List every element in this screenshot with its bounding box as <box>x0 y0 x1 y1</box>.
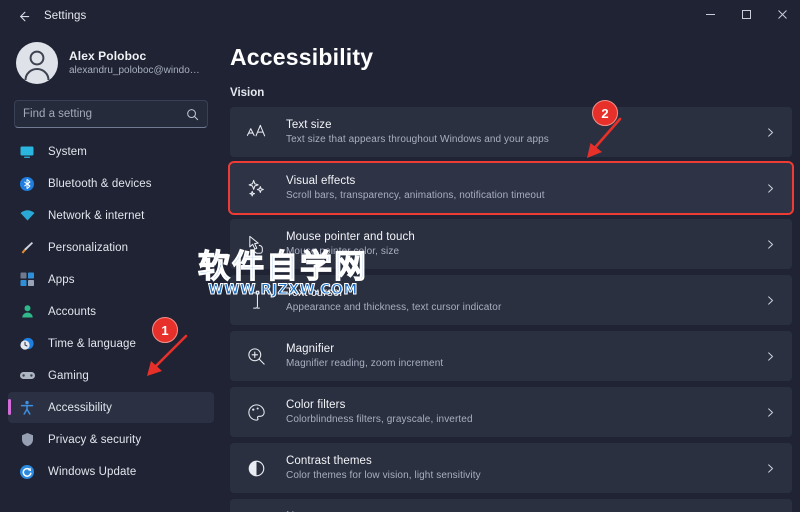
maximize-button[interactable] <box>728 0 764 32</box>
search-icon <box>186 108 199 121</box>
text-cursor-icon <box>244 288 268 312</box>
settings-card-visual-effects[interactable]: Visual effects Scroll bars, transparency… <box>228 161 794 215</box>
search-input[interactable] <box>23 108 186 120</box>
text-size-icon <box>244 120 268 144</box>
accessibility-person-icon <box>18 399 36 417</box>
card-title: Text cursor <box>286 286 344 299</box>
gamepad-icon <box>18 367 36 385</box>
chevron-right-icon <box>762 239 778 250</box>
mouse-pointer-icon <box>244 232 268 256</box>
close-icon <box>777 7 788 25</box>
arrow-left-icon <box>16 9 31 24</box>
sidebar-item-system[interactable]: System <box>8 136 214 167</box>
sidebar-item-label: Time & language <box>48 337 137 350</box>
maximize-icon <box>741 7 752 25</box>
sidebar-item-windows-update[interactable]: Windows Update <box>8 456 214 487</box>
avatar <box>16 42 58 84</box>
sidebar: Alex Poloboc alexandru_poloboc@windowsre… <box>0 32 222 512</box>
settings-card-mouse-pointer-and-touch[interactable]: Mouse pointer and touch Mouse pointer co… <box>230 219 792 269</box>
card-title: Color filters <box>286 398 346 411</box>
person-icon <box>18 303 36 321</box>
card-subtitle: Magnifier reading, zoom increment <box>286 357 444 369</box>
page-title: Accessibility <box>230 44 374 70</box>
sidebar-item-label: Bluetooth & devices <box>48 177 152 190</box>
sidebar-item-label: System <box>48 145 87 158</box>
card-title: Magnifier <box>286 342 335 355</box>
card-title: Contrast themes <box>286 454 372 467</box>
sidebar-nav: System Bluetooth & devices Network & int… <box>8 136 214 487</box>
section-label-vision: Vision <box>230 87 265 99</box>
sidebar-item-apps[interactable]: Apps <box>8 264 214 295</box>
sidebar-item-accessibility[interactable]: Accessibility <box>8 392 214 423</box>
settings-card-text-cursor[interactable]: Text cursor Appearance and thickness, te… <box>230 275 792 325</box>
main-content: Accessibility Vision Text size Text size… <box>222 32 800 512</box>
settings-card-list: Text size Text size that appears through… <box>228 107 794 512</box>
minimize-button[interactable] <box>692 0 728 32</box>
window-controls <box>692 0 800 32</box>
chevron-right-icon <box>762 127 778 138</box>
card-subtitle: Appearance and thickness, text cursor in… <box>286 301 502 313</box>
search-box[interactable] <box>14 100 208 128</box>
bluetooth-icon <box>18 175 36 193</box>
apps-grid-icon <box>18 271 36 289</box>
card-subtitle: Mouse pointer color, size <box>286 245 400 257</box>
wifi-icon <box>18 207 36 225</box>
settings-card-contrast-themes[interactable]: Contrast themes Color themes for low vis… <box>230 443 792 493</box>
sidebar-item-time-language[interactable]: Time & language <box>8 328 214 359</box>
sidebar-item-label: Apps <box>48 273 75 286</box>
sidebar-item-personalization[interactable]: Personalization <box>8 232 214 263</box>
sidebar-item-network-internet[interactable]: Network & internet <box>8 200 214 231</box>
contrast-circle-icon <box>244 456 268 480</box>
account-block[interactable]: Alex Poloboc alexandru_poloboc@windowsre… <box>8 34 214 90</box>
sidebar-item-label: Windows Update <box>48 465 137 478</box>
sidebar-item-label: Privacy & security <box>48 433 142 446</box>
card-subtitle: Colorblindness filters, grayscale, inver… <box>286 413 473 425</box>
card-subtitle: Text size that appears throughout Window… <box>286 133 549 145</box>
card-title: Text size <box>286 118 332 131</box>
settings-card-narrator[interactable]: Narrator Voice, verbosity, keyboard, bra… <box>230 499 792 512</box>
settings-card-color-filters[interactable]: Color filters Colorblindness filters, gr… <box>230 387 792 437</box>
card-subtitle: Color themes for low vision, light sensi… <box>286 469 481 481</box>
sidebar-item-accounts[interactable]: Accounts <box>8 296 214 327</box>
shield-icon <box>18 431 36 449</box>
settings-card-text-size[interactable]: Text size Text size that appears through… <box>230 107 792 157</box>
user-avatar-icon <box>16 42 58 84</box>
color-palette-icon <box>244 400 268 424</box>
chevron-right-icon <box>762 351 778 362</box>
close-button[interactable] <box>764 0 800 32</box>
account-email: alexandru_poloboc@windowsreport... <box>69 64 206 76</box>
card-title: Visual effects <box>286 174 356 187</box>
back-button[interactable] <box>6 3 40 29</box>
window-body: Alex Poloboc alexandru_poloboc@windowsre… <box>0 32 800 512</box>
clock-globe-icon <box>18 335 36 353</box>
sidebar-item-label: Accessibility <box>48 401 112 414</box>
magnifier-icon <box>244 344 268 368</box>
system-monitor-icon <box>18 143 36 161</box>
settings-window: Settings Alex Poloboc alexandru_poloboc@… <box>0 0 800 512</box>
sparkles-icon <box>244 176 268 200</box>
chevron-right-icon <box>762 183 778 194</box>
sidebar-item-gaming[interactable]: Gaming <box>8 360 214 391</box>
sidebar-item-label: Network & internet <box>48 209 145 222</box>
sidebar-item-privacy-security[interactable]: Privacy & security <box>8 424 214 455</box>
window-title: Settings <box>44 10 87 22</box>
account-name: Alex Poloboc <box>69 48 147 63</box>
minimize-icon <box>705 7 716 25</box>
sidebar-item-label: Gaming <box>48 369 89 382</box>
settings-card-magnifier[interactable]: Magnifier Magnifier reading, zoom increm… <box>230 331 792 381</box>
paintbrush-icon <box>18 239 36 257</box>
chevron-right-icon <box>762 295 778 306</box>
card-title: Mouse pointer and touch <box>286 230 415 243</box>
update-refresh-icon <box>18 463 36 481</box>
chevron-right-icon <box>762 463 778 474</box>
sidebar-item-label: Personalization <box>48 241 129 254</box>
sidebar-item-label: Accounts <box>48 305 97 318</box>
card-subtitle: Scroll bars, transparency, animations, n… <box>286 189 545 201</box>
title-bar: Settings <box>0 0 800 32</box>
chevron-right-icon <box>762 407 778 418</box>
sidebar-item-bluetooth-devices[interactable]: Bluetooth & devices <box>8 168 214 199</box>
